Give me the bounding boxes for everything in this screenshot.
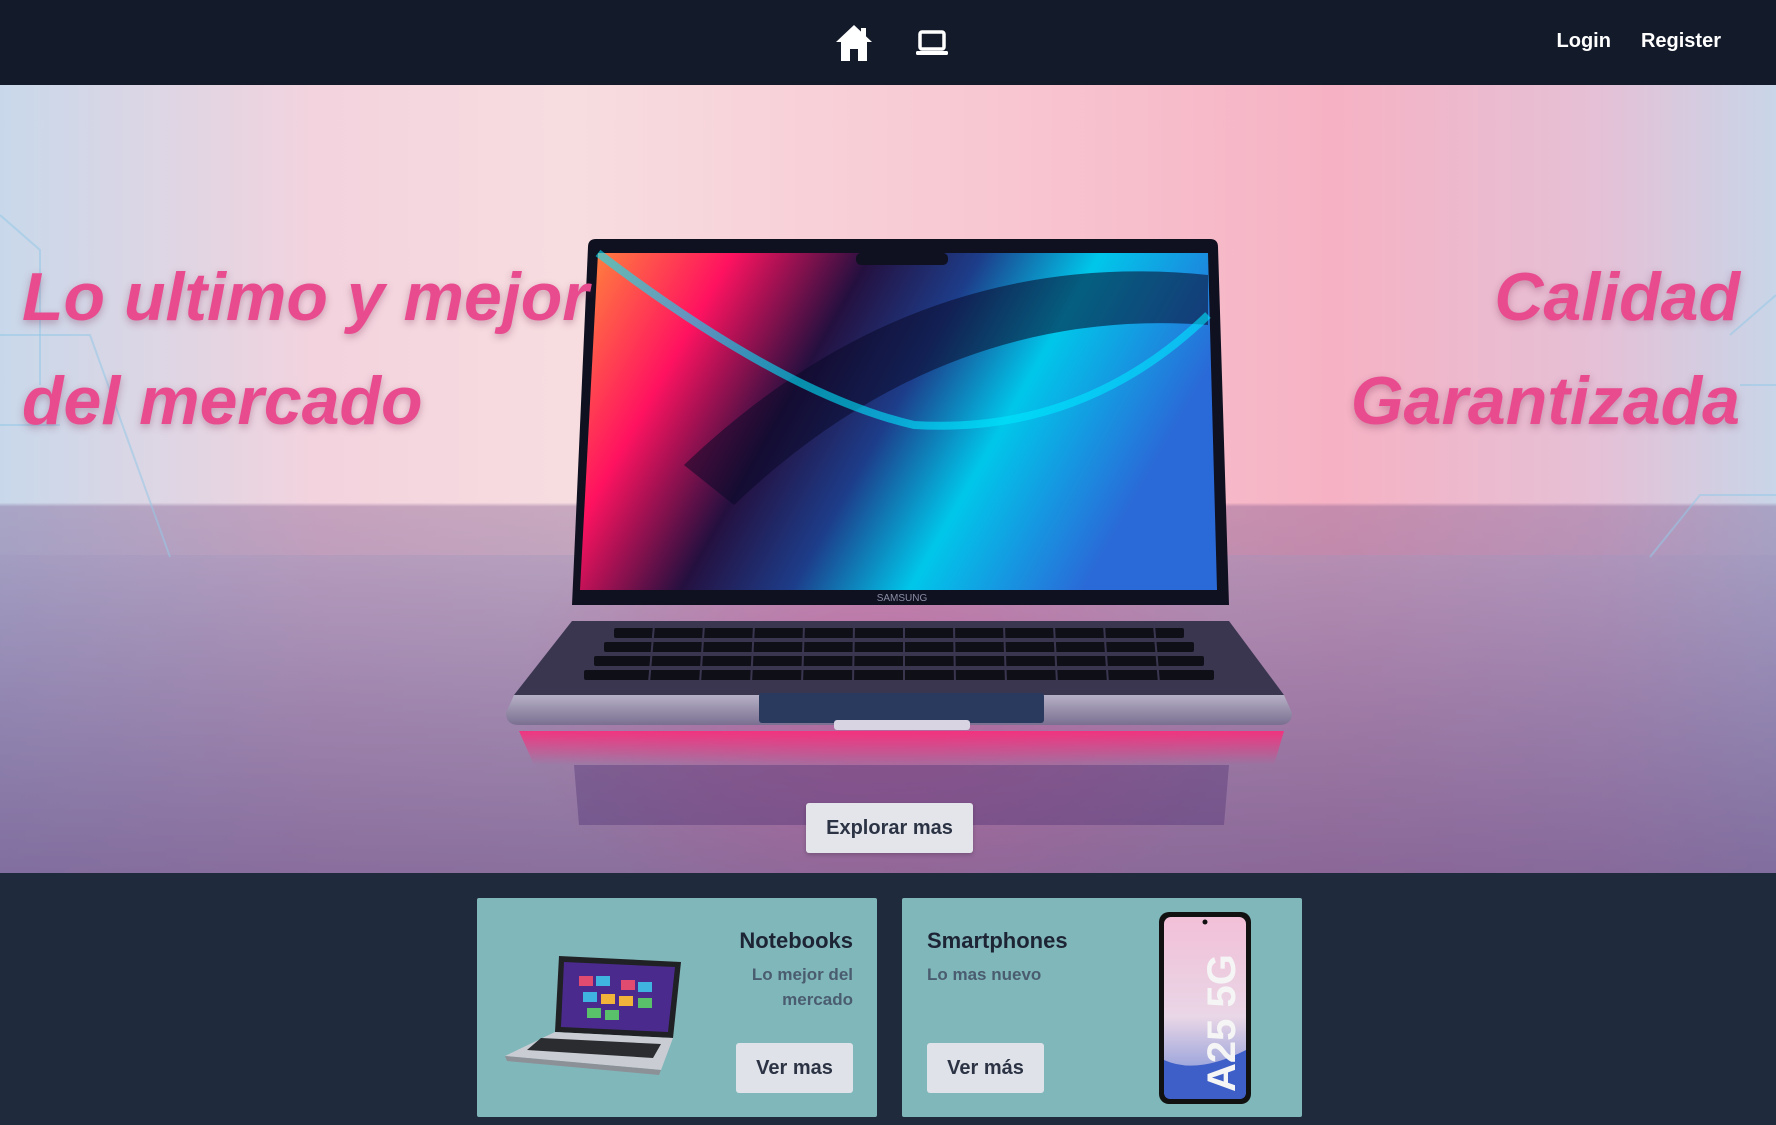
hero-laptop-image: SAMSUNG (506, 239, 1292, 825)
notebooks-subtitle: Lo mejor del mercado (751, 965, 853, 1009)
smartphones-see-more-button[interactable]: Ver más (927, 1043, 1044, 1093)
notebooks-title: Notebooks (739, 928, 853, 953)
laptop-brand-text: SAMSUNG (877, 593, 928, 604)
smartphones-card: Smartphones Lo mas nuevo Ver más A25 5G (902, 898, 1302, 1117)
category-cards-section: Notebooks Lo mejor del mercado Ver mas S… (0, 873, 1776, 1125)
hero-banner: SAMSUNG Lo ultimo y mejor del mercado Ca… (0, 85, 1776, 873)
hero-tagline-right: Calidad Garantizada (1351, 245, 1740, 453)
nav-icon-group (834, 22, 952, 64)
hero-left-line-1: Lo ultimo y mejor (22, 259, 589, 335)
laptop-icon[interactable] (912, 22, 952, 64)
top-navbar: Login Register (0, 0, 1776, 85)
hero-right-line-2: Garantizada (1350, 363, 1740, 439)
smartphone-product-image: A25 5G (1159, 912, 1251, 1104)
phone-model-text: A25 5G (1200, 954, 1244, 1092)
hero-left-line-2: del mercado (22, 363, 423, 439)
register-link[interactable]: Register (1641, 30, 1721, 53)
notebooks-see-more-button[interactable]: Ver mas (736, 1043, 853, 1093)
smartphones-subtitle: Lo mas nuevo (927, 965, 1042, 984)
login-link[interactable]: Login (1557, 30, 1611, 53)
hero-tagline-left: Lo ultimo y mejor del mercado (22, 245, 589, 453)
home-icon[interactable] (834, 22, 874, 64)
auth-links: Login Register (1557, 30, 1721, 53)
hero-right-line-1: Calidad (1494, 259, 1740, 335)
notebook-product-image (505, 956, 681, 1075)
notebooks-card: Notebooks Lo mejor del mercado Ver mas (477, 898, 877, 1117)
smartphones-title: Smartphones (927, 928, 1068, 953)
explore-more-button[interactable]: Explorar mas (806, 803, 973, 853)
